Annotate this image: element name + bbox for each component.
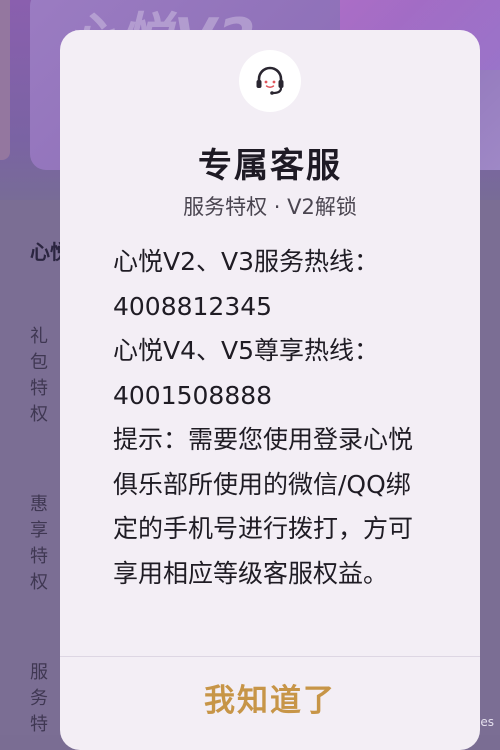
dialog-title: 专属客服 (198, 146, 342, 186)
hotline-v2-v3-label: 心悦V2、V3服务热线： (113, 247, 380, 276)
hotline-v4-v5-number[interactable]: 4001508888 (113, 374, 423, 419)
hero-left-card (0, 0, 10, 160)
side-label-benefit[interactable]: 惠享特权 (28, 492, 50, 596)
confirm-button[interactable]: 我知道了 (60, 657, 480, 737)
hotline-v4-v5-label: 心悦V4、V5尊享热线： (113, 336, 380, 365)
hotline-v2-v3-number[interactable]: 4008812345 (113, 285, 423, 330)
hint-text: 提示：需要您使用登录心悦俱乐部所使用的微信/QQ绑定的手机号进行拨打，方可享用相… (113, 425, 414, 588)
side-label-service[interactable]: 服务特 (28, 660, 50, 738)
dialog-body: 心悦V2、V3服务热线： 4008812345 心悦V4、V5尊享热线： 400… (113, 240, 423, 596)
customer-service-dialog: 专属客服 服务特权 · V2解锁 心悦V2、V3服务热线： 4008812345… (60, 30, 480, 750)
dialog-subtitle: 服务特权 · V2解锁 (183, 195, 357, 219)
headset-icon (239, 50, 301, 112)
side-label-gift[interactable]: 礼包特权 (28, 324, 50, 428)
